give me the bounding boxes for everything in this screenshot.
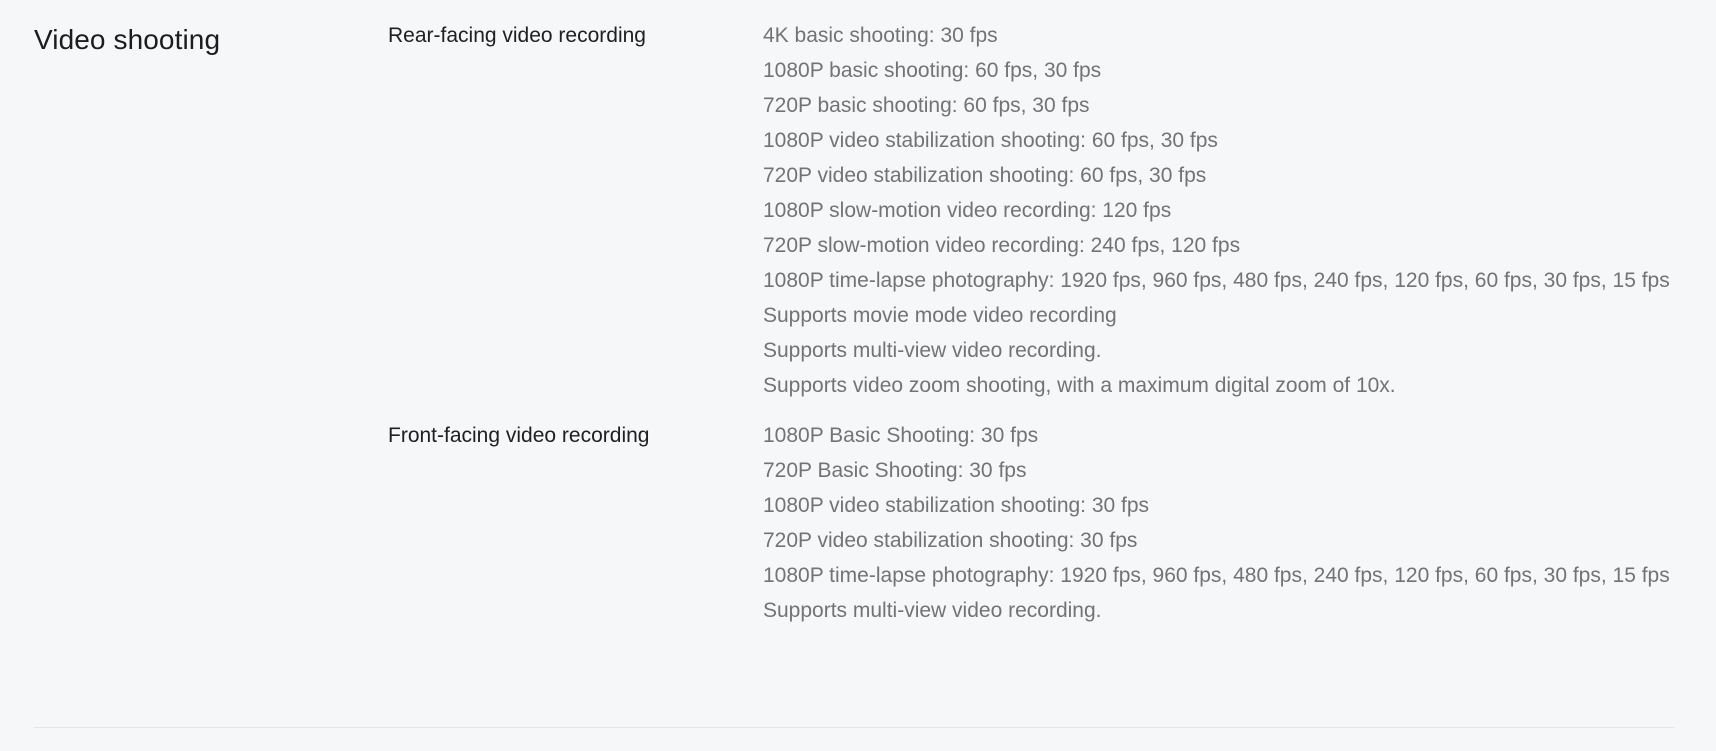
spec-value: 4K basic shooting: 30 fps [763,24,998,47]
spec-value: 720P basic shooting: 60 fps, 30 fps [763,94,1090,117]
section-divider [34,727,1674,728]
spec-value: Supports multi-view video recording. [763,599,1102,622]
spec-value: 1080P slow-motion video recording: 120 f… [763,199,1172,222]
spec-value: 1080P basic shooting: 60 fps, 30 fps [763,59,1102,82]
spec-value: 720P slow-motion video recording: 240 fp… [763,234,1241,257]
group-label-rear-video-recording: Rear-facing video recording [388,24,646,47]
spec-value: Supports video zoom shooting, with a max… [763,374,1396,397]
spec-value: 1080P Basic Shooting: 30 fps [763,424,1039,447]
rear-video-recording-group: Rear-facing video recording 4K basic sho… [388,18,1674,403]
front-video-recording-values: 1080P Basic Shooting: 30 fps 720P Basic … [763,418,1673,628]
rear-video-recording-values: 4K basic shooting: 30 fps 1080P basic sh… [763,18,1673,403]
spec-value: 1080P time-lapse photography: 1920 fps, … [763,269,1670,292]
group-label-front-video-recording: Front-facing video recording [388,424,650,447]
video-shooting-section: Video shooting Rear-facing video recordi… [34,18,1674,628]
spec-value: 1080P time-lapse photography: 1920 fps, … [763,564,1670,587]
spec-value: 720P video stabilization shooting: 30 fp… [763,529,1138,552]
spec-value: 1080P video stabilization shooting: 30 f… [763,494,1150,517]
spec-value: 1080P video stabilization shooting: 60 f… [763,129,1218,152]
front-video-recording-group: Front-facing video recording 1080P Basic… [388,418,1674,628]
spec-value: Supports multi-view video recording. [763,339,1102,362]
spec-value: 720P Basic Shooting: 30 fps [763,459,1027,482]
spec-value: Supports movie mode video recording [763,304,1117,327]
spec-value: 720P video stabilization shooting: 60 fp… [763,164,1207,187]
section-title: Video shooting [34,24,221,55]
